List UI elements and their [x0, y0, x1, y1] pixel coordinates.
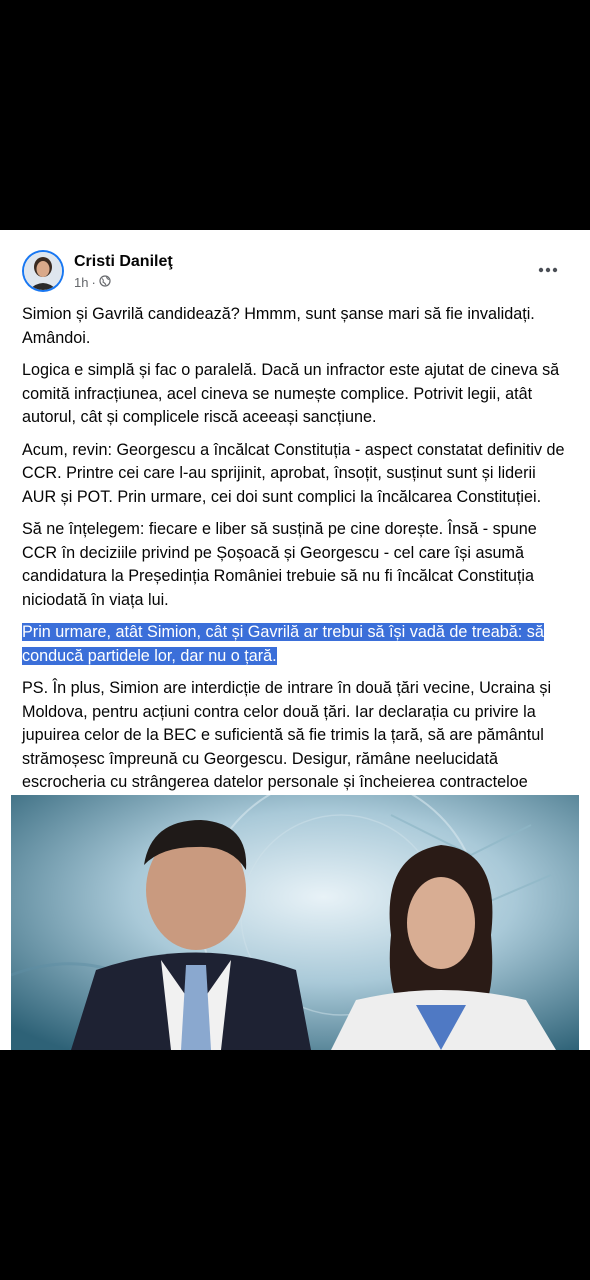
- author-avatar[interactable]: [22, 250, 64, 292]
- more-options-icon[interactable]: [536, 258, 560, 282]
- post-paragraph-highlighted: Prin urmare, atât Simion, cât și Gavrilă…: [22, 621, 570, 668]
- post-text: Simion și Gavrilă candidează? Hmmm, sunt…: [22, 303, 570, 827]
- avatar-photo: [24, 252, 62, 290]
- post-header: Cristi Danileţ 1h ·: [22, 250, 570, 294]
- post-photo[interactable]: [11, 795, 579, 1050]
- post-meta: 1h ·: [74, 275, 111, 290]
- selected-text[interactable]: Prin urmare, atât Simion, cât și Gavrilă…: [22, 623, 544, 665]
- globe-icon[interactable]: [99, 275, 111, 290]
- facebook-post: Cristi Danileţ 1h · Simion și Gavrilă ca…: [0, 230, 590, 1050]
- post-paragraph: Să ne înțelegem: fiecare e liber să susț…: [22, 520, 537, 609]
- post-paragraph: Simion și Gavrilă candidează? Hmmm, sunt…: [22, 305, 535, 347]
- post-paragraph: Acum, revin: Georgescu a încălcat Consti…: [22, 440, 565, 506]
- post-paragraph: Logica e simplă și fac o paralelă. Dacă …: [22, 361, 560, 426]
- post-time[interactable]: 1h: [74, 275, 88, 290]
- author-name[interactable]: Cristi Danileţ: [74, 253, 173, 271]
- top-dark-area: [0, 0, 590, 230]
- separator-dot: ·: [91, 275, 96, 290]
- bottom-dark-area: [0, 1050, 590, 1280]
